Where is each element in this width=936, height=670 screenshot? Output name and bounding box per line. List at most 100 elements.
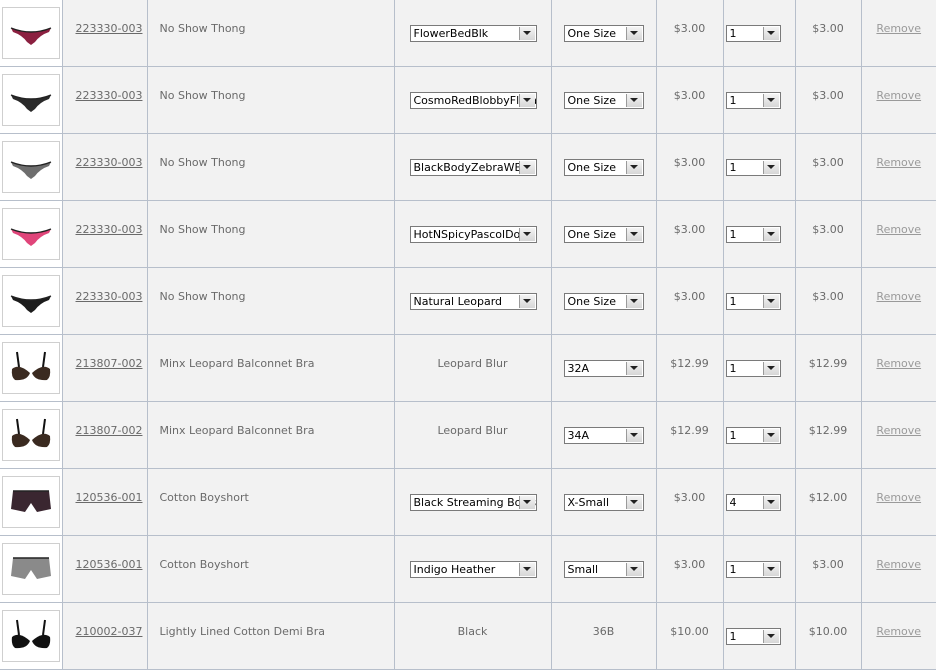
product-thumbnail[interactable] [2,409,60,461]
remove-link[interactable]: Remove [862,558,936,571]
chevron-down-icon[interactable] [626,362,642,375]
color-select[interactable]: Black Streaming Bows [410,494,537,511]
cart-row: 120536-001 Cotton Boyshort Black Streami… [0,469,936,536]
size-select[interactable]: One Size [564,92,644,109]
sku-link[interactable]: 223330-003 [63,89,147,102]
sku-link[interactable]: 213807-002 [63,424,147,437]
chevron-down-icon[interactable] [519,295,535,308]
total-cell: $12.99 [795,402,861,469]
total-cell: $12.00 [795,469,861,536]
remove-link[interactable]: Remove [862,156,936,169]
product-thumbnail[interactable] [2,208,60,260]
color-select[interactable]: FlowerBedBlk [410,25,537,42]
color-select[interactable]: HotNSpicyPascolDot [410,226,537,243]
chevron-down-icon[interactable] [519,94,535,107]
product-thumbnail[interactable] [2,74,60,126]
chevron-down-icon[interactable] [763,228,779,241]
sku-link[interactable]: 210002-037 [63,625,147,638]
quantity-select[interactable]: 1 [726,628,781,645]
chevron-down-icon[interactable] [626,563,642,576]
unit-price: $10.00 [657,625,723,638]
chevron-down-icon[interactable] [519,228,535,241]
sku-link[interactable]: 120536-001 [63,491,147,504]
chevron-down-icon[interactable] [763,362,779,375]
sku-cell: 210002-037 [62,603,147,670]
product-thumbnail[interactable] [2,543,60,595]
size-select[interactable]: X-Small [564,494,644,511]
color-select[interactable]: CosmoRedBlobbyFlora [410,92,537,109]
remove-link[interactable]: Remove [862,491,936,504]
chevron-down-icon[interactable] [763,161,779,174]
remove-link[interactable]: Remove [862,89,936,102]
product-thumbnail[interactable] [2,342,60,394]
chevron-down-icon[interactable] [626,496,642,509]
remove-link[interactable]: Remove [862,290,936,303]
chevron-down-icon[interactable] [626,429,642,442]
size-select[interactable]: One Size [564,293,644,310]
remove-link[interactable]: Remove [862,223,936,236]
remove-link[interactable]: Remove [862,357,936,370]
product-name: No Show Thong [148,22,394,35]
size-cell: One Size [551,67,656,134]
chevron-down-icon[interactable] [763,563,779,576]
product-thumbnail[interactable] [2,7,60,59]
chevron-down-icon[interactable] [763,27,779,40]
size-select[interactable]: 34A [564,427,644,444]
chevron-down-icon[interactable] [626,27,642,40]
cart-row: 223330-003 No Show Thong Natural Leopard… [0,268,936,335]
product-thumbnail[interactable] [2,275,60,327]
remove-cell: Remove [861,134,936,201]
cart-row: 213807-002 Minx Leopard Balconnet Bra Le… [0,402,936,469]
chevron-down-icon[interactable] [763,496,779,509]
remove-cell: Remove [861,0,936,67]
remove-cell: Remove [861,268,936,335]
chevron-down-icon[interactable] [519,563,535,576]
sku-link[interactable]: 223330-003 [63,290,147,303]
product-thumbnail[interactable] [2,476,60,528]
chevron-down-icon[interactable] [519,496,535,509]
chevron-down-icon[interactable] [763,630,779,643]
sku-link[interactable]: 223330-003 [63,22,147,35]
remove-link[interactable]: Remove [862,22,936,35]
size-select[interactable]: Small [564,561,644,578]
chevron-down-icon[interactable] [763,94,779,107]
quantity-select[interactable]: 1 [726,561,781,578]
sku-cell: 120536-001 [62,536,147,603]
product-thumbnail[interactable] [2,141,60,193]
size-select[interactable]: 32A [564,360,644,377]
chevron-down-icon[interactable] [626,295,642,308]
sku-link[interactable]: 120536-001 [63,558,147,571]
remove-link[interactable]: Remove [862,625,936,638]
chevron-down-icon[interactable] [519,27,535,40]
quantity-select[interactable]: 1 [726,293,781,310]
chevron-down-icon[interactable] [626,161,642,174]
size-select[interactable]: One Size [564,25,644,42]
quantity-select[interactable]: 1 [726,427,781,444]
size-select[interactable]: One Size [564,159,644,176]
color-select[interactable]: BlackBodyZebraWB [410,159,537,176]
sku-link[interactable]: 213807-002 [63,357,147,370]
chevron-down-icon[interactable] [763,295,779,308]
quantity-select[interactable]: 1 [726,92,781,109]
unit-price: $12.99 [657,357,723,370]
chevron-down-icon[interactable] [626,94,642,107]
quantity-select[interactable]: 4 [726,494,781,511]
chevron-down-icon[interactable] [626,228,642,241]
line-total: $10.00 [796,625,861,638]
quantity-select[interactable]: 1 [726,226,781,243]
sku-link[interactable]: 223330-003 [63,223,147,236]
color-select[interactable]: Natural Leopard [410,293,537,310]
color-select[interactable]: Indigo Heather [410,561,537,578]
quantity-select[interactable]: 1 [726,25,781,42]
unit-price: $3.00 [657,290,723,303]
chevron-down-icon[interactable] [519,161,535,174]
quantity-select[interactable]: 1 [726,159,781,176]
remove-cell: Remove [861,536,936,603]
size-select[interactable]: One Size [564,226,644,243]
product-thumbnail[interactable] [2,610,60,662]
sku-link[interactable]: 223330-003 [63,156,147,169]
quantity-select[interactable]: 1 [726,360,781,377]
chevron-down-icon[interactable] [763,429,779,442]
remove-link[interactable]: Remove [862,424,936,437]
color-select-value: Indigo Heather [414,562,536,577]
